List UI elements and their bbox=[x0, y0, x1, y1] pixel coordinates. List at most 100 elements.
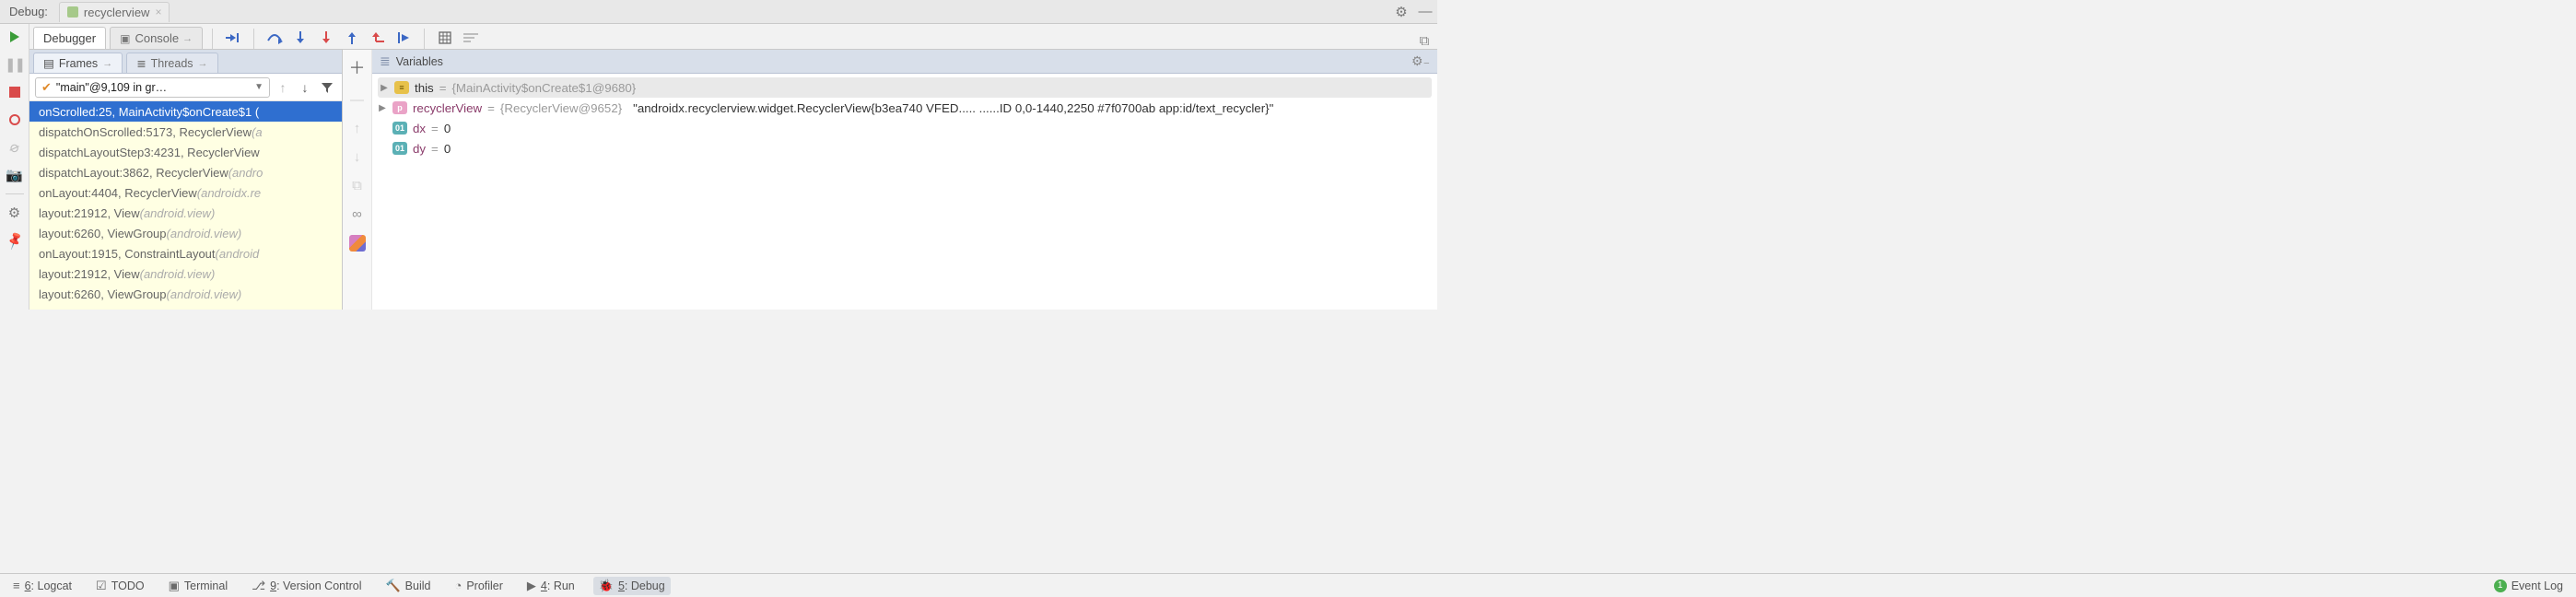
run-icon: ▶ bbox=[527, 579, 536, 593]
var-name: dx bbox=[413, 122, 426, 135]
int-badge-icon: 01 bbox=[392, 122, 407, 135]
show-execution-point-button[interactable] bbox=[222, 27, 244, 49]
trace-current-stream-chain-button[interactable] bbox=[460, 27, 482, 49]
pin-icon: → bbox=[102, 58, 112, 69]
move-down-button[interactable]: ↓ bbox=[354, 149, 361, 165]
debug-icon: 🐞 bbox=[599, 579, 614, 593]
filter-frames-button[interactable] bbox=[318, 78, 336, 97]
footer-run[interactable]: ▶ 4: Run bbox=[521, 577, 580, 595]
frame-row[interactable]: layout:21912, View (android.view) bbox=[29, 203, 342, 223]
toolwindow-header: Debug: recyclerview × ⚙ — bbox=[0, 0, 1437, 24]
footer-terminal[interactable]: ▣ Terminal bbox=[163, 577, 234, 595]
frame-row[interactable]: layout:21912, View (android.view) bbox=[29, 263, 342, 284]
thread-selector-value: "main"@9,109 in gr… bbox=[56, 81, 167, 94]
view-breakpoints-button[interactable] bbox=[6, 111, 24, 129]
threads-icon: ≣ bbox=[136, 56, 146, 70]
var-value: 0 bbox=[444, 122, 451, 135]
hide-toolwindow-icon[interactable]: — bbox=[1413, 4, 1437, 19]
variable-row[interactable]: 01 dx = 0 bbox=[378, 118, 1432, 138]
variables-tree[interactable]: ▶ ≡ this = {MainActivity$onCreate$1@9680… bbox=[372, 74, 1437, 310]
variable-row[interactable]: ▶ ≡ this = {MainActivity$onCreate$1@9680… bbox=[378, 77, 1432, 98]
frame-row[interactable]: dispatchOnScrolled:5173, RecyclerView (a bbox=[29, 122, 342, 142]
toolwindow-title: Debug: bbox=[6, 5, 55, 18]
footer-build[interactable]: 🔨 Build bbox=[380, 577, 436, 595]
frames-icon: ▤ bbox=[43, 56, 54, 70]
resume-program-button[interactable] bbox=[6, 28, 24, 46]
step-over-button[interactable] bbox=[263, 27, 286, 49]
new-watch-button[interactable]: ＋ bbox=[349, 55, 366, 79]
event-count-badge: 1 bbox=[2494, 579, 2507, 592]
status-bar: ≡ 6: Logcat ☑ TODO ▣ Terminal ⎇ 9: Versi… bbox=[0, 573, 2576, 597]
settings-gear-icon[interactable]: ⚙ bbox=[1389, 4, 1413, 20]
frame-row[interactable]: layout:6260, ViewGroup (android.view) bbox=[29, 284, 342, 304]
footer-profiler[interactable]: ◔ Profiler bbox=[449, 577, 508, 594]
force-step-into-button[interactable] bbox=[315, 27, 337, 49]
step-out-button[interactable] bbox=[341, 27, 363, 49]
frame-row[interactable]: onLayout:1915, ConstraintLayout (android bbox=[29, 243, 342, 263]
main-row: ❚❚ ⌀ 📷 ⚙ 📌 Debugger ▣ Console → bbox=[0, 24, 1437, 310]
variables-column: ＋ — ↑ ↓ ⧉ ∞ ≣ Variables ⚙₋ bbox=[343, 50, 1437, 310]
thread-selector[interactable]: ✔ "main"@9,109 in gr… ▼ bbox=[35, 77, 270, 98]
duplicate-watch-button[interactable]: ⧉ bbox=[352, 178, 362, 193]
get-thread-dump-button[interactable]: 📷 bbox=[6, 166, 24, 184]
variable-row[interactable]: ▶ p recyclerView = {RecyclerView@9652} "… bbox=[378, 98, 1432, 118]
pin-icon: → bbox=[198, 58, 208, 69]
var-value: 0 bbox=[444, 142, 451, 156]
drop-frame-button[interactable] bbox=[367, 27, 389, 49]
close-icon[interactable]: × bbox=[155, 6, 161, 18]
logcat-icon: ≡ bbox=[13, 579, 20, 592]
toolbar-divider bbox=[6, 193, 24, 194]
param-badge-icon: p bbox=[392, 101, 407, 114]
var-object: {RecyclerView@9652} bbox=[500, 101, 622, 115]
kotlin-logo-icon bbox=[349, 235, 366, 252]
run-to-cursor-button[interactable] bbox=[392, 27, 415, 49]
thread-selector-row: ✔ "main"@9,109 in gr… ▼ ↑ ↓ bbox=[29, 74, 342, 101]
footer-version-control[interactable]: ⎇ 9: Version Control bbox=[246, 577, 367, 595]
prev-frame-button[interactable]: ↑ bbox=[274, 78, 292, 97]
frame-row[interactable]: dispatchLayoutStep3:4231, RecyclerView bbox=[29, 142, 342, 162]
footer-event-log[interactable]: 1 Event Log bbox=[2488, 578, 2569, 594]
var-value: {MainActivity$onCreate$1@9680} bbox=[451, 81, 636, 95]
next-frame-button[interactable]: ↓ bbox=[296, 78, 314, 97]
list-icon: ≣ bbox=[380, 53, 391, 69]
variable-row[interactable]: 01 dy = 0 bbox=[378, 138, 1432, 158]
android-module-icon bbox=[67, 6, 78, 18]
frame-row[interactable]: layout:6260, ViewGroup (android.view) bbox=[29, 223, 342, 243]
frame-row[interactable]: onScrolled:25, MainActivity$onCreate$1 ( bbox=[29, 101, 342, 122]
terminal-icon: ▣ bbox=[169, 579, 180, 593]
frames-list[interactable]: onScrolled:25, MainActivity$onCreate$1 (… bbox=[29, 101, 342, 310]
tab-frames[interactable]: ▤ Frames → bbox=[33, 53, 123, 73]
expand-icon[interactable]: ▶ bbox=[378, 103, 387, 113]
variables-settings-icon[interactable]: ⚙₋ bbox=[1411, 53, 1430, 69]
chevron-down-icon: ▼ bbox=[254, 82, 263, 92]
frame-row[interactable]: dispatchLayout:3862, RecyclerView (andro bbox=[29, 162, 342, 182]
frame-row[interactable]: onLayout:4404, RecyclerView (androidx.re bbox=[29, 182, 342, 203]
tab-threads[interactable]: ≣ Threads → bbox=[126, 53, 217, 73]
footer-todo[interactable]: ☑ TODO bbox=[90, 577, 150, 595]
evaluate-expression-button[interactable] bbox=[434, 27, 456, 49]
pin-tab-button[interactable]: 📌 bbox=[2, 228, 27, 253]
check-icon: ✔ bbox=[41, 80, 52, 95]
var-name: this bbox=[415, 81, 434, 95]
vcs-icon: ⎇ bbox=[252, 579, 265, 593]
step-into-button[interactable] bbox=[289, 27, 311, 49]
build-icon: 🔨 bbox=[385, 579, 400, 593]
pause-program-button[interactable]: ❚❚ bbox=[6, 55, 24, 74]
move-up-button[interactable]: ↑ bbox=[354, 121, 361, 136]
frames-panel: ▤ Frames → ≣ Threads → ✔ "main"@9,109 in… bbox=[29, 50, 343, 310]
mute-breakpoints-button[interactable]: ⌀ bbox=[3, 135, 27, 159]
footer-logcat[interactable]: ≡ 6: Logcat bbox=[7, 577, 77, 594]
stop-button[interactable] bbox=[6, 83, 24, 101]
expand-icon[interactable]: ▶ bbox=[380, 83, 389, 93]
tab-console[interactable]: ▣ Console → bbox=[110, 27, 203, 49]
remove-watch-button[interactable]: — bbox=[350, 92, 364, 108]
debug-left-toolbar: ❚❚ ⌀ 📷 ⚙ 📌 bbox=[0, 24, 29, 310]
layout-settings-button[interactable]: ⧉ bbox=[1411, 33, 1437, 49]
settings-button[interactable]: ⚙ bbox=[6, 204, 24, 222]
show-watches-button[interactable]: ∞ bbox=[352, 206, 362, 222]
runconfig-tab[interactable]: recyclerview × bbox=[59, 2, 170, 22]
footer-debug[interactable]: 🐞 5: Debug bbox=[593, 577, 671, 595]
tab-debugger[interactable]: Debugger bbox=[33, 27, 106, 49]
pin-icon: → bbox=[182, 33, 193, 44]
var-name: recyclerView bbox=[413, 101, 482, 115]
